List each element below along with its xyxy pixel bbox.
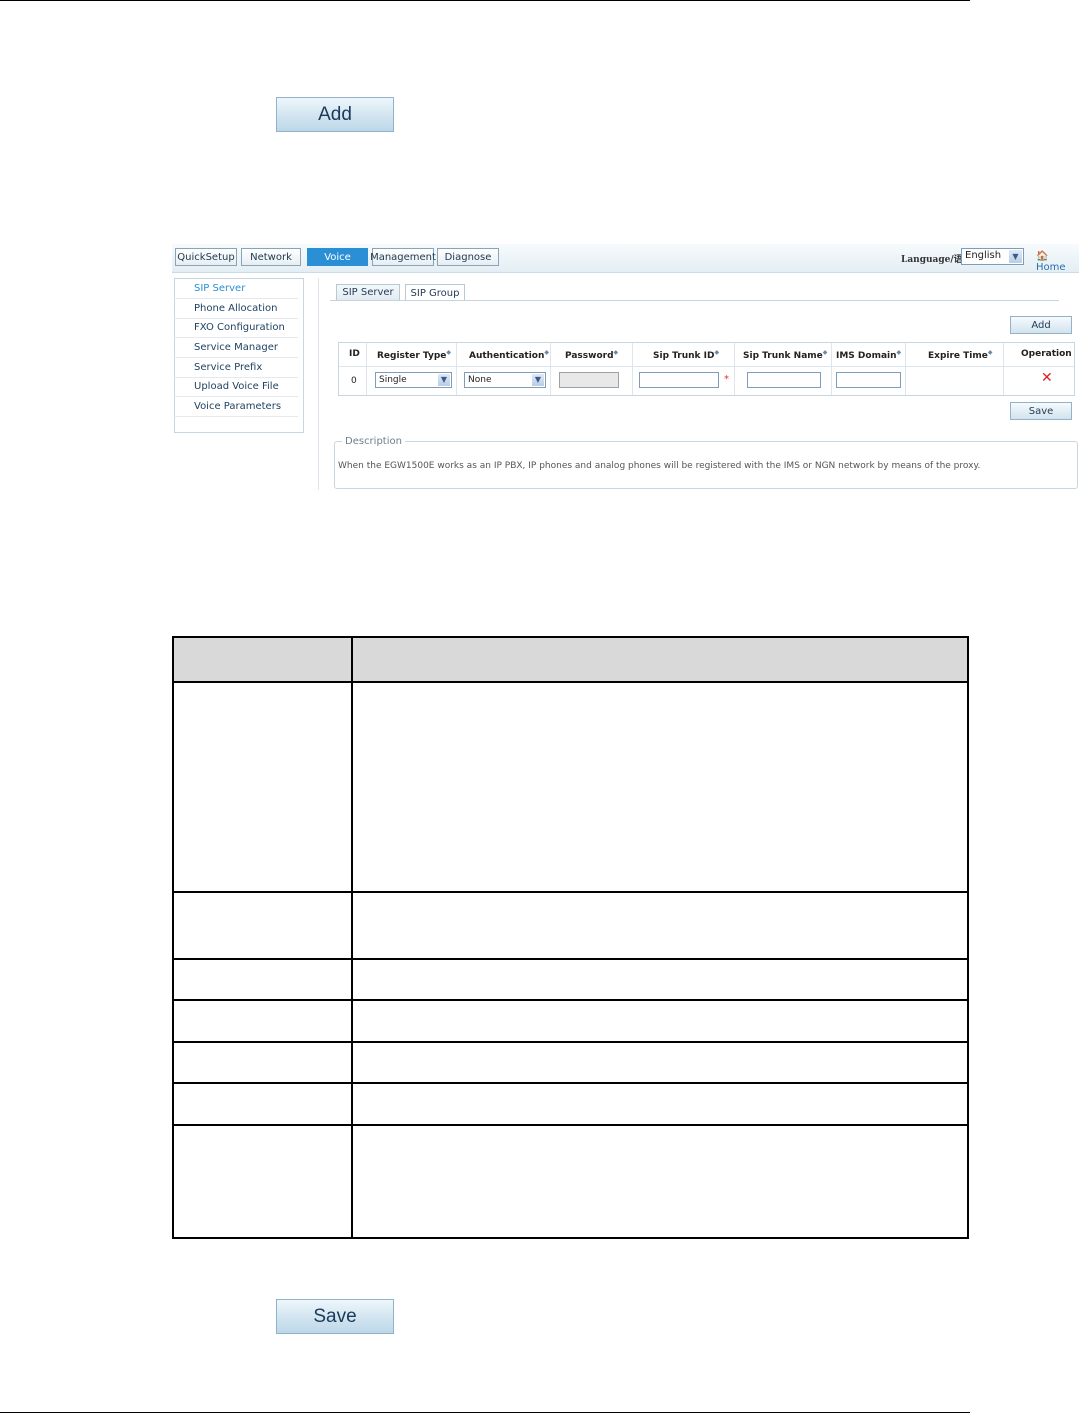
col-authentication: Authentication◆ [469, 349, 549, 361]
row-divider [174, 891, 967, 893]
col-sip-trunk-name: Sip Trunk Name◆ [743, 349, 828, 361]
col-password: Password◆ [565, 349, 619, 361]
sip-trunk-id-input[interactable] [639, 372, 719, 388]
description-text: When the EGW1500E works as an IP PBX, IP… [338, 461, 981, 471]
description-legend: Description [342, 436, 405, 447]
col-register-type: Register Type◆ [377, 349, 452, 361]
divider [174, 396, 298, 397]
col-id: ID [349, 349, 360, 359]
delete-icon[interactable]: ✕ [1041, 370, 1053, 386]
col-divider [456, 343, 457, 395]
side-fxo-configuration[interactable]: FXO Configuration [194, 322, 285, 333]
col-divider [550, 343, 551, 395]
row-divider [174, 958, 967, 960]
register-type-select[interactable]: Single ▼ [375, 372, 452, 388]
side-sip-server[interactable]: SIP Server [194, 283, 245, 294]
divider [174, 318, 298, 319]
language-value: English [965, 250, 1002, 261]
row-divider [174, 1041, 967, 1043]
divider [174, 416, 298, 417]
side-service-prefix[interactable]: Service Prefix [194, 362, 262, 373]
chevron-down-icon: ▼ [1009, 250, 1022, 263]
col-divider [1003, 343, 1004, 395]
language-select[interactable]: English ▼ [961, 248, 1024, 265]
add-button[interactable]: Add [1010, 316, 1072, 334]
chevron-down-icon: ▼ [438, 374, 450, 386]
row-divider [174, 1082, 967, 1084]
sip-trunk-name-input[interactable] [747, 372, 821, 388]
divider [174, 357, 298, 358]
col-sip-trunk-id: Sip Trunk ID◆ [653, 349, 720, 361]
nav-voice[interactable]: Voice [307, 248, 368, 266]
tab-underline [330, 300, 1059, 301]
col-divider [366, 343, 367, 395]
col-divider [831, 343, 832, 395]
footer-rule [0, 1412, 970, 1413]
home-icon: 🏠 [1036, 251, 1049, 262]
ims-domain-input[interactable] [836, 372, 901, 388]
authentication-value: None [468, 375, 492, 385]
register-type-value: Single [379, 375, 407, 385]
save-button[interactable]: Save [1010, 402, 1072, 420]
row-divider [174, 1124, 967, 1126]
content-divider [318, 278, 319, 490]
password-input [559, 372, 619, 388]
side-service-manager[interactable]: Service Manager [194, 342, 278, 353]
divider [174, 337, 298, 338]
side-phone-allocation[interactable]: Phone Allocation [194, 303, 277, 314]
side-voice-parameters[interactable]: Voice Parameters [194, 401, 281, 412]
col-divider [734, 343, 735, 395]
nav-quicksetup[interactable]: QuickSetup [175, 248, 237, 266]
col-expire-time: Expire Time◆ [928, 349, 993, 361]
divider [174, 377, 298, 378]
home-link[interactable]: 🏠 Home [1036, 251, 1079, 273]
nav-diagnose[interactable]: Diagnose [437, 248, 499, 266]
nav-management[interactable]: Management [370, 248, 436, 266]
header-divider [339, 366, 1074, 367]
tab-sip-server[interactable]: SIP Server [336, 284, 400, 300]
tab-sip-group[interactable]: SIP Group [405, 284, 465, 301]
sip-group-table: ID Register Type◆ Authentication◆ Passwo… [338, 342, 1075, 396]
col-divider [632, 343, 633, 395]
row-divider [174, 999, 967, 1001]
nav-network[interactable]: Network [241, 248, 301, 266]
side-upload-voice-file[interactable]: Upload Voice File [194, 381, 279, 392]
column-divider [351, 638, 353, 1237]
sip-group-screenshot: QuickSetup Network Voice Management Diag… [172, 244, 1079, 492]
chevron-down-icon: ▼ [532, 374, 544, 386]
divider [174, 298, 298, 299]
parameter-table [172, 636, 969, 1239]
header-rule [0, 0, 970, 1]
row-id: 0 [351, 376, 357, 386]
row-divider [174, 681, 967, 683]
col-ims-domain: IMS Domain◆ [836, 349, 902, 361]
table-header [174, 638, 967, 681]
authentication-select[interactable]: None ▼ [464, 372, 546, 388]
col-divider [905, 343, 906, 395]
required-marker: * [724, 374, 729, 385]
save-button-illustration[interactable]: Save [276, 1299, 394, 1334]
col-operation: Operation [1021, 349, 1072, 359]
add-button-illustration[interactable]: Add [276, 97, 394, 132]
home-label: Home [1036, 262, 1066, 273]
